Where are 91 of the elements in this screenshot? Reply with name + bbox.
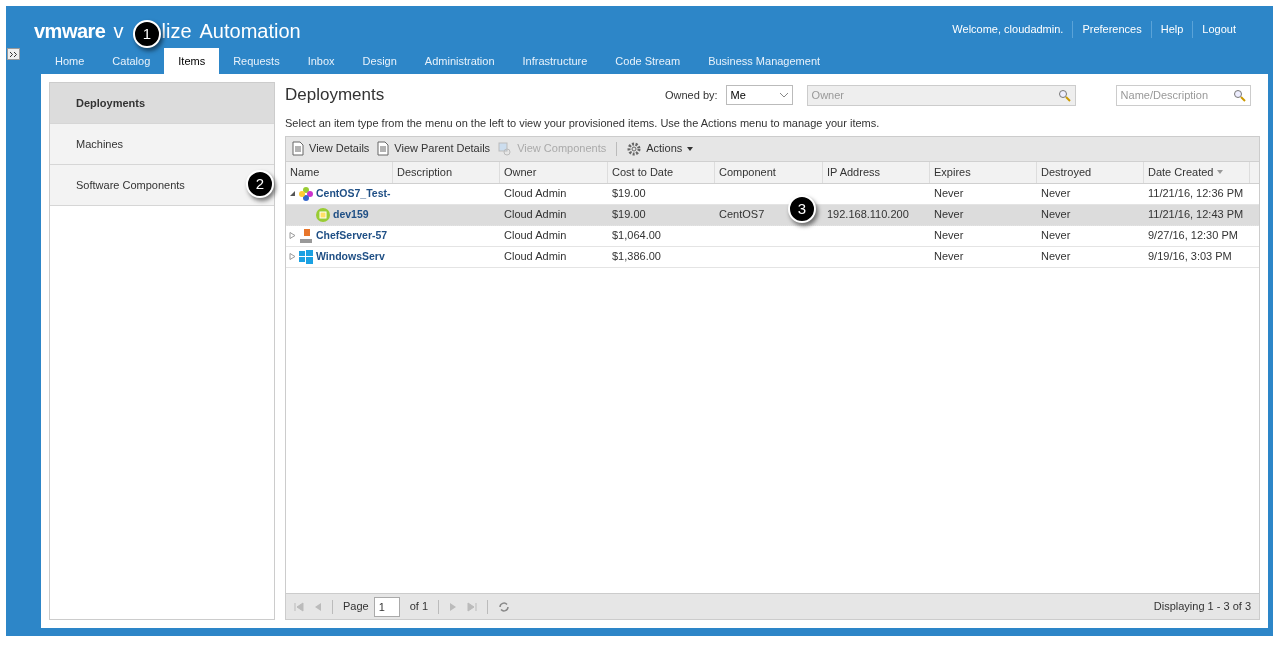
toolbar-button[interactable]: View Details — [290, 140, 372, 157]
flower-icon — [299, 186, 313, 201]
expand-triangle-icon[interactable] — [289, 232, 296, 239]
nav-tab[interactable]: Items — [164, 48, 220, 74]
expand-triangle-icon[interactable] — [289, 253, 296, 260]
nav-tab[interactable]: Inbox — [293, 48, 349, 74]
item-name-link[interactable]: WindowsServ — [316, 248, 385, 265]
product-name-start: v — [113, 19, 124, 44]
sidebar-item[interactable]: Deployments — [50, 83, 274, 124]
nav-tab[interactable]: Requests — [219, 48, 294, 74]
table-cell: 9/27/16, 12:30 PM — [1148, 229, 1238, 242]
owner-field[interactable]: Owner — [806, 84, 1076, 106]
brand-logo: vmware — [34, 19, 106, 44]
nav-tab[interactable]: Home — [41, 48, 99, 74]
table-cell: Never — [934, 187, 964, 200]
table-cell: Never — [1041, 250, 1071, 263]
header-link[interactable]: Logout — [1192, 21, 1245, 38]
column-header[interactable]: Destroyed — [1037, 161, 1144, 183]
product-name-rest: Automation — [199, 19, 301, 44]
table-cell: Cloud Admin — [504, 229, 567, 242]
last-page-icon[interactable] — [467, 601, 478, 612]
table-cell: $1,386.00 — [612, 250, 661, 263]
header-link[interactable]: Preferences — [1072, 21, 1151, 38]
toolbar-button[interactable]: Actions — [625, 140, 696, 157]
next-page-icon[interactable] — [449, 601, 458, 612]
nav-tab[interactable]: Design — [348, 48, 411, 74]
search-icon[interactable] — [1057, 88, 1071, 102]
search-icon[interactable] — [1232, 88, 1246, 102]
header-link[interactable]: Help — [1150, 21, 1193, 38]
name-search-field[interactable]: Name/Description — [1115, 84, 1251, 106]
table-cell: Cloud Admin — [504, 208, 567, 221]
welcome-text: Welcome, cloudadmin. — [951, 22, 1065, 37]
table-cell: Never — [1041, 208, 1071, 221]
table-cell: Never — [934, 250, 964, 263]
table-cell: Cloud Admin — [504, 250, 567, 263]
collapse-triangle-icon[interactable] — [289, 190, 296, 197]
page-count: of 1 — [409, 599, 429, 615]
table-cell: Never — [934, 229, 964, 242]
first-page-icon[interactable] — [294, 601, 304, 612]
nav-tab[interactable]: Catalog — [98, 48, 165, 74]
product-name-end: lize — [161, 19, 192, 44]
display-status: Displaying 1 - 3 of 3 — [1153, 599, 1251, 615]
column-header[interactable]: Component — [715, 161, 823, 183]
table-cell: $19.00 — [612, 208, 646, 221]
table-cell: Never — [1041, 187, 1071, 200]
table-cell: 192.168.110.200 — [827, 208, 909, 221]
document-icon — [377, 141, 390, 156]
previous-page-icon[interactable] — [314, 601, 322, 612]
document-icon — [292, 141, 304, 156]
name-search-input[interactable]: Name/Description — [1120, 86, 1233, 104]
column-header[interactable]: Description — [393, 161, 500, 183]
item-name-link[interactable]: dev159 — [333, 206, 369, 223]
table-cell: Cloud Admin — [504, 187, 567, 200]
owned-by-label: Owned by: — [665, 87, 718, 103]
column-header[interactable]: Name — [286, 161, 393, 183]
hint-text: Select an item type from the menu on the left to view your provisioned items. Use the Actions menu to manage your items. — [285, 116, 881, 131]
sidebar-item[interactable]: Machines — [50, 124, 274, 165]
components-icon — [498, 141, 513, 156]
page-number-field[interactable]: 1 — [373, 596, 400, 617]
refresh-icon[interactable] — [498, 600, 511, 613]
nav-tab[interactable]: Business Management — [694, 48, 835, 74]
item-name-link[interactable]: CentOS7_Test- — [316, 185, 391, 202]
table-cell: 11/21/16, 12:43 PM — [1148, 208, 1244, 221]
table-cell: $19.00 — [612, 187, 646, 200]
machine-icon — [316, 207, 330, 222]
item-name-link[interactable]: ChefServer-57 — [316, 227, 388, 244]
gear-icon — [627, 141, 642, 156]
page-title: Deployments — [285, 84, 386, 107]
table-cell: Never — [1041, 229, 1071, 242]
page-label: Page — [343, 599, 369, 615]
table-cell: CentOS7 — [719, 208, 765, 221]
nav-tab[interactable]: Infrastructure — [508, 48, 602, 74]
windows-icon — [299, 249, 313, 264]
nav-tab[interactable]: Administration — [410, 48, 509, 74]
table-cell: $1,064.00 — [612, 229, 661, 242]
column-header[interactable]: IP Address — [823, 161, 930, 183]
nav-tab[interactable]: Code Stream — [601, 48, 695, 74]
table-cell: Never — [934, 208, 964, 221]
table-cell: 11/21/16, 12:36 PM — [1148, 187, 1244, 200]
toolbar-button[interactable]: View Parent Details — [375, 140, 493, 157]
expand-sidebar-icon[interactable] — [7, 48, 20, 60]
table-cell: 9/19/16, 3:03 PM — [1148, 250, 1232, 263]
column-header[interactable]: Owner — [500, 161, 608, 183]
caret-icon — [687, 146, 694, 151]
column-header[interactable]: Date Created — [1144, 161, 1250, 183]
sort-descending-icon — [1217, 170, 1224, 174]
owned-by-dropdown[interactable]: Me — [725, 85, 793, 105]
column-header[interactable]: Cost to Date — [608, 161, 715, 183]
owner-input[interactable]: Owner — [811, 86, 1058, 104]
column-header[interactable]: Expires — [930, 161, 1037, 183]
caret-icon — [779, 92, 788, 98]
